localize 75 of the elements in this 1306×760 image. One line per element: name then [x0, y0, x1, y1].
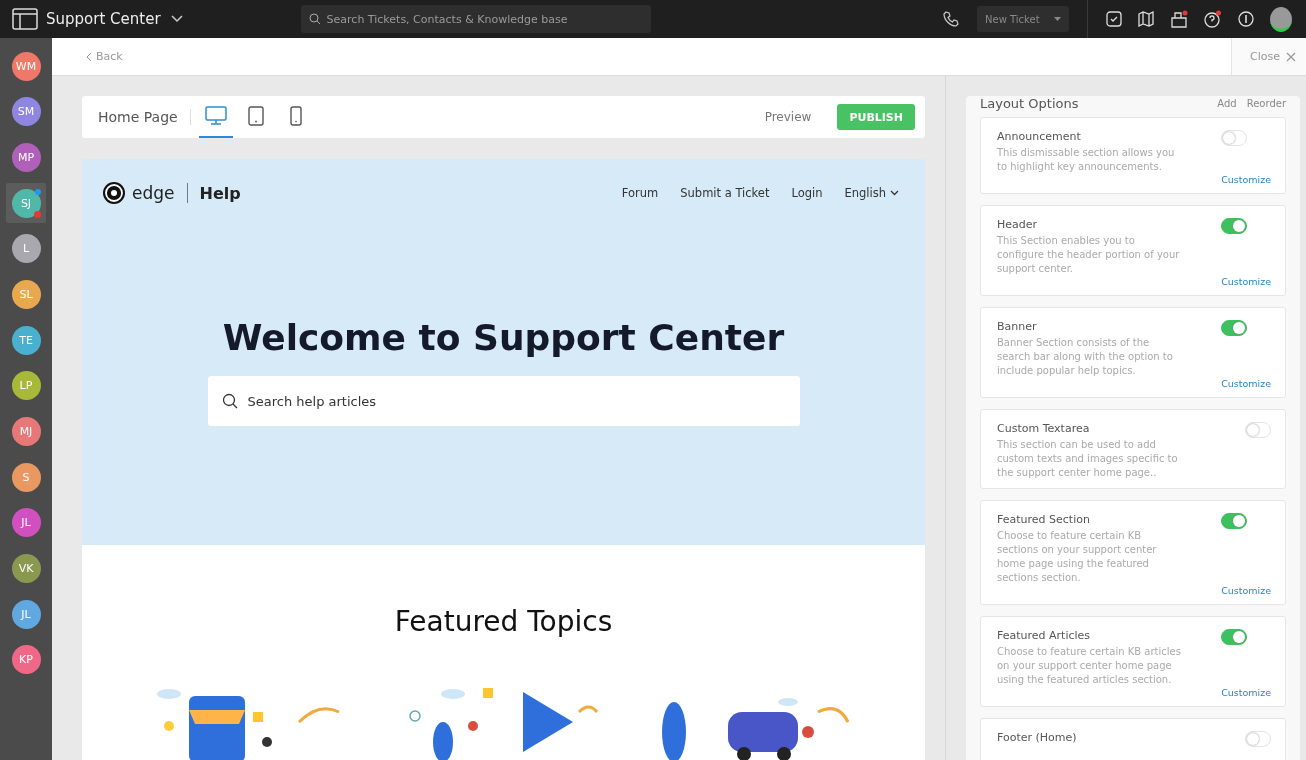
section-title: Featured Articles: [997, 629, 1092, 642]
customize-link[interactable]: Customize: [1221, 585, 1271, 596]
customize-link[interactable]: Customize: [1221, 174, 1271, 185]
section-title: Custom Textarea: [997, 422, 1091, 435]
agent-avatar[interactable]: VK: [11, 554, 41, 584]
close-button[interactable]: Close: [1231, 38, 1306, 75]
section-description: Choose to feature certain KB sections on your support center home page using the featured sections section.: [997, 529, 1158, 585]
agent-avatar[interactable]: JL: [11, 599, 41, 629]
agent-avatar[interactable]: SJ: [11, 188, 41, 218]
phone-device-icon[interactable]: [289, 106, 302, 126]
section-description: This dismissable section allows you to highlight key announcements.: [997, 146, 1176, 174]
user-avatar[interactable]: [1270, 6, 1292, 32]
chevron-left-icon: [86, 51, 92, 62]
agent-avatar[interactable]: MP: [11, 142, 41, 172]
toggle-switch[interactable]: [1221, 218, 1248, 234]
new-ticket-button[interactable]: New Ticket: [977, 6, 1069, 32]
agent-avatar[interactable]: S: [11, 462, 41, 492]
featured-topics-heading: Featured Topics: [393, 605, 614, 638]
section-description: This Section enables you to configure the header portion of your support center.: [997, 234, 1181, 276]
panel-action-link[interactable]: Reorder: [1246, 98, 1286, 109]
section-title: Footer (Home): [997, 731, 1078, 746]
toggle-switch[interactable]: [1221, 320, 1248, 336]
section-title: Featured Section: [997, 513, 1091, 526]
agent-avatar[interactable]: KP: [11, 645, 41, 675]
publish-button[interactable]: PUBLISH: [837, 104, 915, 130]
close-icon: [1286, 51, 1296, 62]
agent-avatar[interactable]: SL: [11, 279, 41, 309]
section-description: Choose to feature certain KB articles on your support center home page using the featured articles section.: [997, 645, 1182, 687]
toggle-switch[interactable]: [1221, 629, 1248, 645]
agent-avatar[interactable]: SM: [11, 97, 41, 127]
phone-icon[interactable]: [943, 11, 959, 27]
panel-action-link[interactable]: Add: [1217, 98, 1237, 109]
nav-link[interactable]: Forum: [621, 186, 659, 200]
help-icon[interactable]: [1204, 10, 1222, 28]
agent-avatar[interactable]: MJ: [11, 417, 41, 446]
checkbox-icon[interactable]: [1106, 11, 1122, 27]
info-icon[interactable]: [1238, 11, 1254, 27]
chevron-down-icon[interactable]: [170, 15, 183, 23]
map-icon[interactable]: [1138, 11, 1154, 27]
logo-icon: [102, 181, 126, 205]
section-description: Banner Section consists of the search bar along with the option to include popular help topics.: [997, 336, 1174, 378]
back-link[interactable]: Back: [80, 49, 129, 64]
desktop-icon[interactable]: [204, 106, 227, 126]
search-icon: [221, 393, 238, 409]
customize-link[interactable]: Customize: [1221, 276, 1271, 287]
language-dropdown[interactable]: English: [844, 186, 899, 200]
caret-icon: [1054, 17, 1061, 21]
agent-avatar[interactable]: JL: [11, 508, 41, 538]
app-icon[interactable]: [12, 8, 38, 30]
section-title: Banner: [997, 320, 1038, 333]
nav-link[interactable]: Submit a Ticket: [680, 186, 770, 200]
page-title: Home Page: [98, 109, 191, 125]
search-icon: [308, 13, 321, 25]
agent-avatar[interactable]: LP: [11, 371, 41, 401]
tablet-icon[interactable]: [247, 106, 264, 126]
agent-avatar[interactable]: WM: [11, 51, 41, 81]
customize-link[interactable]: Customize: [1221, 378, 1271, 389]
section-name: Help: [199, 183, 241, 203]
toggle-switch[interactable]: [1221, 513, 1248, 529]
preview-button[interactable]: Preview: [758, 109, 818, 125]
brand-name: edge: [132, 183, 175, 203]
welcome-heading: Welcome to Support Center: [222, 317, 785, 358]
box-icon[interactable]: [1170, 10, 1188, 28]
chevron-down-icon: [890, 190, 899, 196]
section-title: Announcement: [997, 130, 1082, 143]
section-description: This section can be used to add custom texts and images specific to the support center home page..: [997, 438, 1179, 480]
nav-link[interactable]: Login: [791, 186, 823, 200]
agent-avatar[interactable]: L: [11, 234, 41, 264]
search-field[interactable]: Search Tickets, Contacts & Knowledge base: [300, 5, 651, 33]
app-title[interactable]: Support Center: [46, 10, 161, 28]
customize-link[interactable]: Customize: [1221, 687, 1271, 698]
agent-avatar[interactable]: TE: [11, 325, 41, 355]
section-title: Header: [997, 218, 1039, 231]
panel-title: Layout Options: [980, 96, 1079, 111]
help-search-field[interactable]: Search help articles: [207, 376, 800, 426]
